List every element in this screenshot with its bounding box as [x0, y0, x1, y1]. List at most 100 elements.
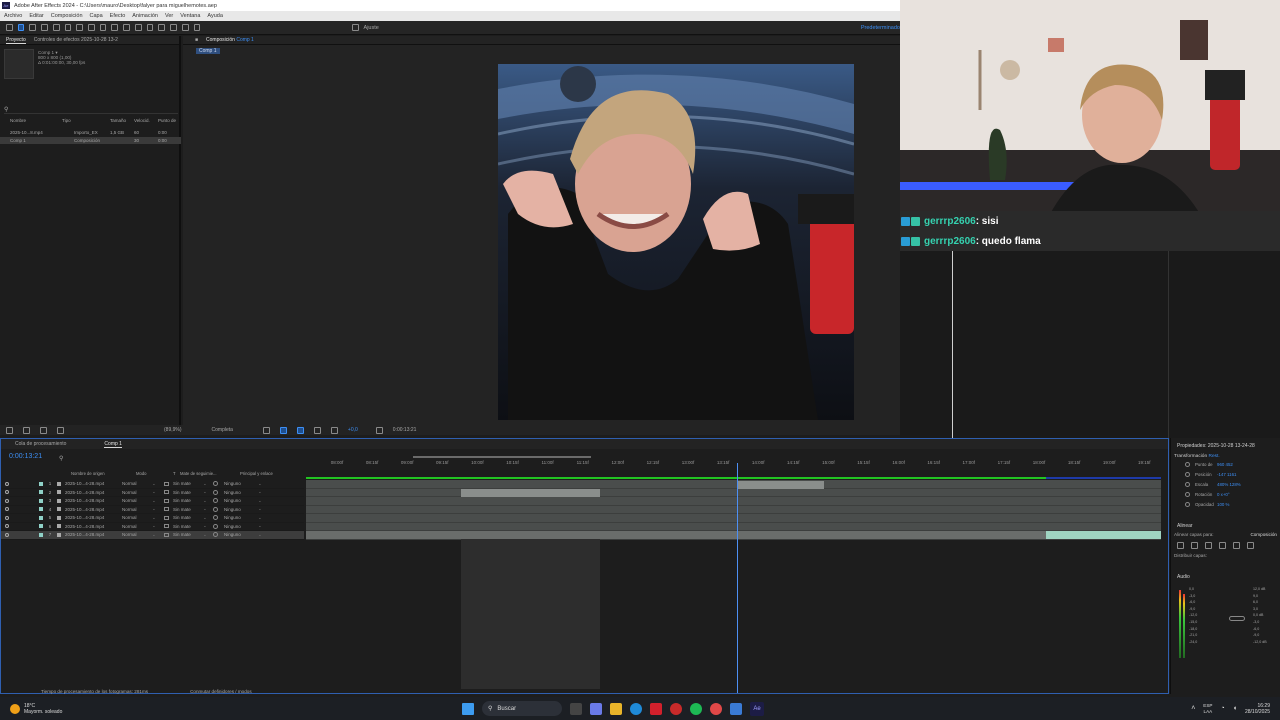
eraser-tool-icon[interactable]	[170, 24, 177, 31]
layer-name[interactable]: 2025-10...4-28.mp4	[65, 490, 122, 495]
layer-matte[interactable]: Sin mate	[173, 515, 203, 520]
comp-breadcrumb[interactable]: Comp 1	[196, 48, 220, 54]
layer-matte[interactable]: Sin mate	[173, 481, 203, 486]
layer-parent[interactable]: Ninguno	[224, 532, 258, 537]
col-type[interactable]: Tipo	[62, 118, 110, 126]
col-mode[interactable]: Modo	[136, 471, 173, 476]
chevron-down-icon[interactable]: ⌄	[152, 532, 164, 538]
align-bottom-icon[interactable]	[1247, 542, 1254, 549]
network-icon[interactable]: ◔	[1221, 705, 1225, 712]
chevron-down-icon[interactable]: ⌄	[203, 489, 213, 495]
tab-render-queue[interactable]: Cola de procesamiento	[15, 441, 66, 447]
volume-icon[interactable]: ◖	[1233, 705, 1237, 712]
menu-animacion[interactable]: Animación	[132, 13, 158, 19]
audio-volume-slider[interactable]	[1229, 616, 1245, 621]
taskbar-search[interactable]: ⚲ Buscar	[482, 701, 562, 716]
chrome-icon[interactable]	[710, 702, 722, 715]
layer-parent[interactable]: Ninguno	[224, 515, 258, 520]
pickwhip-icon[interactable]	[213, 489, 218, 495]
chat-username[interactable]: gerrrp2606	[924, 216, 976, 227]
chevron-down-icon[interactable]: ⌄	[152, 498, 164, 504]
tab-composition[interactable]: Composición Comp 1	[206, 37, 254, 43]
chevron-down-icon[interactable]: ⌄	[152, 515, 164, 521]
eye-icon[interactable]	[5, 498, 9, 503]
layer-matte[interactable]: Sin mate	[173, 524, 203, 529]
orbit-tool-icon[interactable]	[52, 24, 60, 31]
pickwhip-icon[interactable]	[213, 515, 218, 521]
toggle-switches-label[interactable]: Conmutar definidores / modos	[190, 689, 252, 694]
align-top-icon[interactable]	[1219, 542, 1226, 549]
clock[interactable]: 16:29 28/10/2025	[1245, 703, 1270, 715]
layer-parent[interactable]: Ninguno	[224, 490, 258, 495]
layer-parent[interactable]: Ninguno	[224, 481, 258, 486]
pickwhip-icon[interactable]	[213, 523, 218, 529]
home-icon[interactable]	[6, 24, 13, 31]
chevron-down-icon[interactable]: ⌄	[203, 506, 213, 512]
weather-widget[interactable]: 18°C Mayorm. soleado	[0, 703, 200, 715]
chat-username[interactable]: gerrrp2606	[924, 236, 976, 247]
tab-comp1[interactable]: Comp 1	[104, 441, 122, 448]
align-hcenter-icon[interactable]	[1191, 542, 1198, 549]
time-ruler[interactable]: 08:00f 08:15f 09:00f 09:15f 10:00f 10:15f 11:0…	[306, 457, 1161, 469]
layer-row[interactable]: 3 2025-10...4-28.mp4 Normal ⌄ Sin mate ⌄ Ningu…	[1, 497, 304, 506]
tray-chevron-icon[interactable]: ˄	[1191, 705, 1195, 712]
file-explorer-icon[interactable]	[610, 702, 622, 715]
pen-tool-icon[interactable]	[123, 24, 130, 31]
chevron-down-icon[interactable]: ⌄	[152, 506, 164, 512]
grid-icon[interactable]	[262, 426, 270, 434]
chevron-down-icon[interactable]: ⌄	[152, 523, 164, 529]
eye-icon[interactable]	[5, 532, 9, 537]
layer-row[interactable]: 1 2025-10...4-28.mp4 Normal ⌄ Sin mate ⌄ Ningu…	[1, 480, 304, 489]
chevron-down-icon[interactable]: ⌄	[258, 523, 262, 529]
mask-icon[interactable]	[296, 426, 304, 434]
layer-mode[interactable]: Normal	[122, 490, 152, 495]
chevron-down-icon[interactable]: ⌄	[152, 489, 164, 495]
stopwatch-icon[interactable]	[1185, 501, 1190, 507]
clip-segment[interactable]	[738, 481, 824, 489]
col-speed[interactable]: Velocid.	[134, 118, 158, 126]
stopwatch-icon[interactable]	[1185, 491, 1190, 497]
stopwatch-icon[interactable]	[1185, 481, 1190, 487]
layer-track-bar[interactable]	[306, 480, 1161, 489]
selection-tool-icon[interactable]	[17, 24, 25, 31]
snapshot-icon[interactable]	[6, 426, 13, 434]
layer-mode[interactable]: Normal	[122, 507, 152, 512]
layer-matte[interactable]: Sin mate	[173, 532, 203, 537]
layer-track-bar[interactable]	[306, 531, 1161, 540]
layer-row[interactable]: 7 2025-10...4-28.mp4 Normal ⌄ Sin mate ⌄ Ningu…	[1, 531, 304, 540]
col-t[interactable]: T	[173, 471, 180, 476]
eye-icon[interactable]	[5, 507, 9, 512]
chevron-down-icon[interactable]: ⌄	[152, 481, 164, 487]
anchor-tool-icon[interactable]	[99, 24, 107, 31]
timeline-search-icon[interactable]: ⚲	[59, 455, 63, 462]
layer-mode[interactable]: Normal	[122, 498, 152, 503]
composition-viewer[interactable]	[498, 64, 854, 420]
lock-icon[interactable]: ■	[195, 37, 198, 43]
text-tool-icon[interactable]	[134, 24, 142, 31]
work-area-bar[interactable]	[413, 456, 591, 458]
windows-start-icon[interactable]	[462, 702, 474, 715]
project-item[interactable]: Comp 1 Composición 30 0:00	[0, 137, 181, 144]
chevron-down-icon[interactable]: ⌄	[258, 498, 262, 504]
rotate-tool-icon[interactable]	[88, 24, 95, 31]
channel-icon[interactable]	[330, 426, 338, 434]
layer-name[interactable]: 2025-10...4-28.mp4	[65, 532, 122, 537]
menu-capa[interactable]: Capa	[90, 13, 103, 19]
chevron-down-icon[interactable]: ⌄	[258, 481, 262, 487]
graph-icon[interactable]	[40, 426, 47, 434]
col-size[interactable]: Tamaño	[110, 118, 134, 126]
chevron-down-icon[interactable]: ⌄	[258, 515, 262, 521]
layer-row[interactable]: 6 2025-10...4-28.mp4 Normal ⌄ Sin mate ⌄ Ningu…	[1, 523, 304, 531]
align-vcenter-icon[interactable]	[1233, 542, 1240, 549]
dolly-tool-icon[interactable]	[76, 24, 84, 31]
property-value[interactable]: 0 x+0°	[1217, 492, 1230, 497]
layer-track-bar[interactable]	[306, 514, 1161, 523]
snap-checkbox[interactable]	[351, 24, 359, 31]
workspace-label[interactable]: Predeterminado	[861, 25, 900, 31]
property-value[interactable]: 480% 128%	[1217, 482, 1241, 487]
roto-tool-icon[interactable]	[181, 24, 189, 31]
tab-effect-controls[interactable]: Controles de efectos 2025-10-28 13-2	[34, 37, 118, 43]
layer-track-bar[interactable]	[306, 497, 1161, 506]
eye-icon[interactable]	[5, 524, 9, 529]
project-search-input[interactable]: ⚲	[4, 106, 178, 114]
